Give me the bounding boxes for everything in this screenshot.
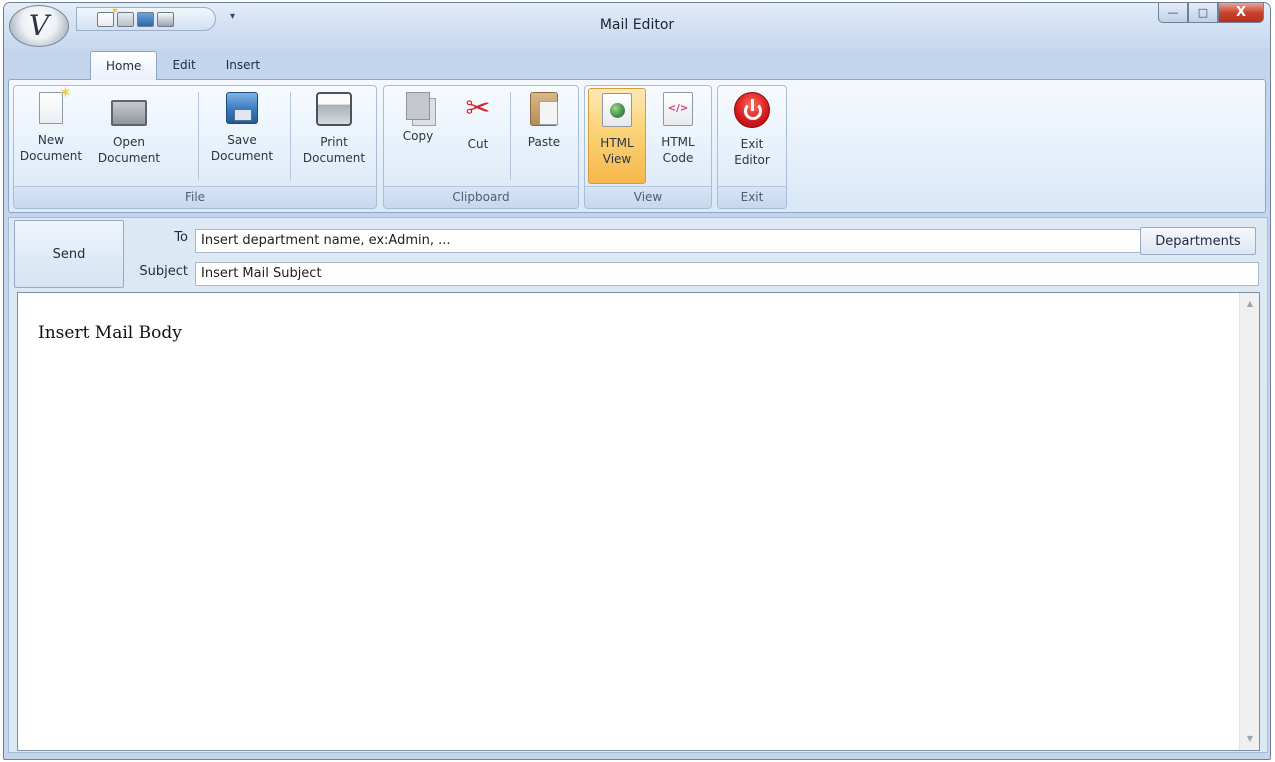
tab-insert[interactable]: Insert <box>211 51 275 79</box>
file-group: New Document Open Document Save Document… <box>13 83 377 209</box>
html-view-globe-icon <box>602 93 632 127</box>
save-document-label: Save Document <box>210 133 274 163</box>
clipboard-separator <box>510 92 511 180</box>
ribbon-panel: New Document Open Document Save Document… <box>8 79 1266 213</box>
exit-editor-button[interactable]: Exit Editor <box>722 88 782 184</box>
view-group: HTML View </> HTML Code View <box>584 85 712 209</box>
file-separator-1 <box>198 92 199 180</box>
file-separator-2 <box>290 92 291 180</box>
exit-group: Exit Editor Exit <box>717 85 787 209</box>
cut-label: Cut <box>467 137 489 151</box>
ribbon-tabs: Home Edit Insert <box>90 51 275 80</box>
subject-label: Subject <box>139 264 188 279</box>
file-group-label: File <box>14 186 376 208</box>
scroll-down-icon[interactable]: ▼ <box>1240 730 1260 748</box>
new-document-button[interactable]: New Document <box>16 83 86 184</box>
html-view-label: HTML View <box>600 136 634 166</box>
copy-label: Copy <box>402 129 434 143</box>
window-controls: — □ X <box>1158 3 1264 23</box>
print-document-label: Print Document <box>302 135 366 165</box>
html-view-button[interactable]: HTML View <box>588 88 646 184</box>
clipboard-paste-icon <box>530 92 558 126</box>
clipboard-group-label: Clipboard <box>384 186 578 208</box>
tab-home[interactable]: Home <box>90 51 158 80</box>
printer-icon <box>316 92 352 126</box>
new-document-label: New Document <box>19 133 83 163</box>
html-code-button[interactable]: </> HTML Code <box>649 88 707 184</box>
title-bar: V ▾ Mail Editor — □ X <box>4 3 1270 49</box>
view-group-label: View <box>585 186 711 208</box>
scroll-up-icon[interactable]: ▲ <box>1240 295 1260 313</box>
send-button[interactable]: Send <box>14 220 124 288</box>
copy-icon <box>406 92 430 120</box>
folder-open-icon <box>111 100 147 126</box>
html-code-icon: </> <box>663 92 693 126</box>
minimize-button[interactable]: — <box>1158 3 1188 23</box>
to-input[interactable]: Insert department name, ex:Admin, ... <box>195 229 1141 253</box>
app-logo-icon: V <box>28 9 50 42</box>
new-document-icon <box>39 83 72 124</box>
application-menu-button[interactable]: V <box>9 5 69 47</box>
close-button[interactable]: X <box>1218 3 1264 23</box>
open-document-label: Open Document <box>97 135 161 165</box>
to-label: To <box>174 230 188 245</box>
clipboard-group: Copy ✂ Cut Paste Clipboard <box>383 85 579 209</box>
paste-label: Paste <box>527 135 561 149</box>
subject-input[interactable]: Insert Mail Subject <box>195 262 1259 286</box>
print-document-button[interactable]: Print Document <box>292 88 376 184</box>
window-title: Mail Editor <box>599 17 675 33</box>
tab-edit[interactable]: Edit <box>157 51 210 79</box>
copy-button[interactable]: Copy <box>390 88 446 184</box>
save-document-button[interactable]: Save Document <box>200 88 284 184</box>
html-code-label: HTML Code <box>661 135 695 165</box>
exit-group-label: Exit <box>718 186 786 208</box>
mail-body-editor[interactable]: Insert Mail Body ▲ ▼ <box>17 292 1260 751</box>
cut-button[interactable]: ✂ Cut <box>450 88 506 184</box>
vertical-scrollbar[interactable]: ▲ ▼ <box>1239 293 1259 750</box>
exit-editor-label: Exit Editor <box>734 137 770 167</box>
open-document-button[interactable]: Open Document <box>88 88 170 184</box>
power-icon <box>734 92 770 128</box>
scissors-icon: ✂ <box>465 91 491 126</box>
departments-button[interactable]: Departments <box>1140 227 1256 255</box>
maximize-button[interactable]: □ <box>1188 3 1218 23</box>
mail-body-text[interactable]: Insert Mail Body <box>38 323 182 343</box>
save-disk-icon <box>226 92 258 124</box>
paste-button[interactable]: Paste <box>514 88 574 184</box>
